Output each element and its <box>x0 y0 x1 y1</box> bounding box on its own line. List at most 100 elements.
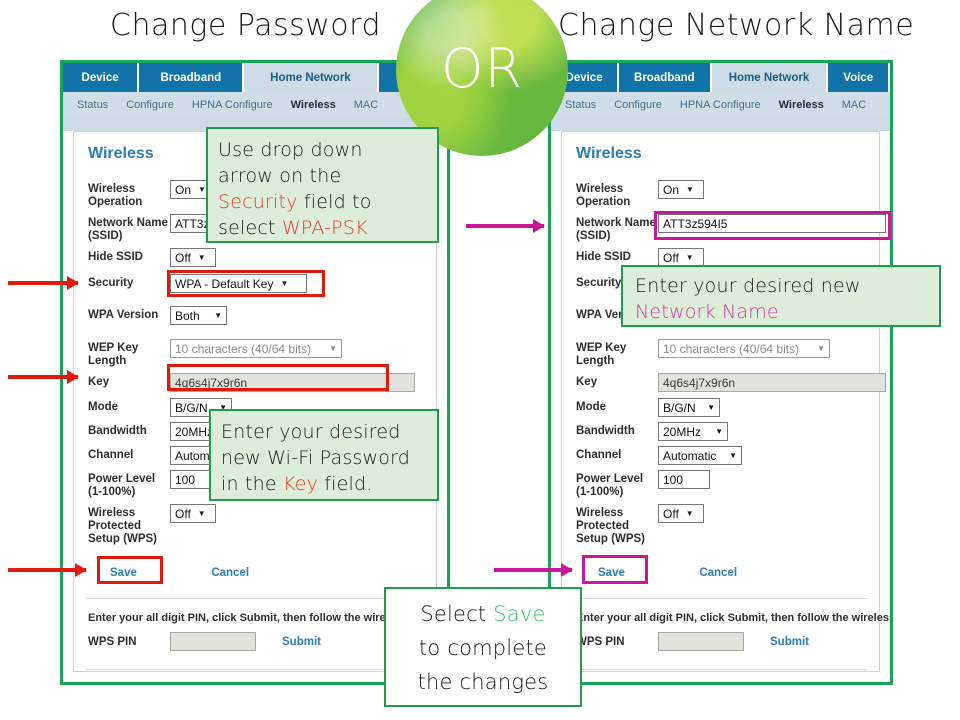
select-wep-key-length[interactable]: 10 characters (40/64 bits) ▼ <box>658 339 830 358</box>
arrow-head-icon <box>67 370 79 384</box>
select-mode[interactable]: B/G/N ▼ <box>658 398 720 417</box>
tab-device[interactable]: Device <box>63 63 140 92</box>
cancel-button[interactable]: Cancel <box>699 567 737 579</box>
keyword-key: Key <box>282 473 319 495</box>
select-wps[interactable]: Off ▼ <box>658 504 704 523</box>
chevron-down-icon: ▼ <box>729 450 737 460</box>
ctl-wep-key-length: 10 characters (40/64 bits) ▼ <box>170 339 342 358</box>
arrow-to-network-name <box>466 219 545 233</box>
select-wireless-operation[interactable]: On ▼ <box>658 180 704 199</box>
select-wpa-version[interactable]: Both ▼ <box>170 306 227 325</box>
chevron-down-icon: ▼ <box>817 343 825 353</box>
row-wps: Wireless Protected Setup (WPS) Off ▼ <box>88 504 436 546</box>
input-key[interactable]: 4q6s4j7x9r6n <box>658 373 886 392</box>
label-wireless-operation: Wireless Operation <box>576 183 631 208</box>
chevron-down-icon: ▼ <box>685 508 694 518</box>
tab-broadband[interactable]: Broadband <box>619 63 712 92</box>
row-mode: Mode B/G/N ▼ <box>576 398 879 417</box>
subtab-status[interactable]: Status <box>77 99 108 111</box>
label-wps: Wireless Protected Setup (WPS) <box>576 507 645 545</box>
chevron-down-icon: ▼ <box>329 343 337 353</box>
label-wps: Wireless Protected Setup (WPS) <box>88 507 157 545</box>
select-wpa-version-value: Both <box>175 308 200 323</box>
ctl-key: 4q6s4j7x9r6n <box>658 373 886 392</box>
callout-security-line-1: Use drop down <box>218 139 363 161</box>
callout-save-instruction: Select Save to complete the changes <box>384 587 582 707</box>
submit-button[interactable]: Submit <box>282 636 321 648</box>
tab-home-network[interactable]: Home Network <box>244 63 379 92</box>
save-button[interactable]: Save <box>110 567 137 579</box>
divider-bottom-left <box>86 669 424 670</box>
ctl-power-level: 100 <box>658 470 710 489</box>
input-key[interactable]: 4q6s4j7x9r6n <box>170 373 415 392</box>
label-power-level: Power Level (1-100%) <box>576 473 644 498</box>
divider-bottom-right <box>574 669 867 670</box>
select-wep-key-length[interactable]: 10 characters (40/64 bits) ▼ <box>170 339 342 358</box>
heading-change-password: Change Password <box>110 8 381 43</box>
save-button[interactable]: Save <box>598 567 625 579</box>
subtab-configure[interactable]: Configure <box>126 99 174 111</box>
secondary-tabbar-right: Status Configure HPNA Configure Wireless… <box>551 92 890 118</box>
label-mode: Mode <box>88 401 119 413</box>
form-actions-right: Save Cancel <box>576 563 737 581</box>
arrow-head-icon <box>75 563 87 577</box>
select-mode-value: B/G/N <box>663 400 696 415</box>
or-badge-label: OR <box>440 37 524 101</box>
input-power-level[interactable]: 100 <box>658 470 710 489</box>
select-hide-ssid-value: Off <box>663 250 679 265</box>
subtab-wireless[interactable]: Wireless <box>291 99 336 111</box>
callout-security-line-3-rest: field to <box>297 191 372 213</box>
label-hide-ssid: Hide SSID <box>88 251 143 263</box>
select-channel[interactable]: Automatic ▼ <box>658 446 742 465</box>
arrow-head-icon <box>67 276 79 290</box>
callout-key-line-3-rest1: in the <box>221 473 283 495</box>
callout-ssid-line-2: Network Name <box>635 299 927 325</box>
label-key: Key <box>88 376 110 388</box>
submit-button[interactable]: Submit <box>770 636 809 648</box>
section-title-wireless-left: Wireless <box>88 145 154 162</box>
subtab-hpna-configure[interactable]: HPNA Configure <box>680 99 761 111</box>
wps-instructions-right: Enter your all digit PIN, click Submit, … <box>576 612 893 624</box>
label-mode: Mode <box>576 401 607 413</box>
callout-save-line-3: the changes <box>417 670 549 694</box>
row-wireless-operation: Wireless Operation On ▼ <box>576 180 879 209</box>
subtab-configure[interactable]: Configure <box>614 99 662 111</box>
arrow-head-icon <box>561 563 573 577</box>
wps-pin-row-right: WPS PIN Submit <box>576 632 809 651</box>
label-wps-pin: WPS PIN <box>576 635 625 648</box>
input-wps-pin[interactable] <box>170 632 256 651</box>
input-network-name-value: ATT3z594I5 <box>663 216 728 231</box>
chevron-down-icon: ▼ <box>280 278 289 288</box>
row-channel: Channel Automatic ▼ <box>576 446 879 465</box>
tab-broadband[interactable]: Broadband <box>139 63 245 92</box>
callout-security-line-3: Security field to <box>218 189 427 215</box>
primary-tabbar-right: Device Broadband Home Network Voice <box>551 63 890 92</box>
subtab-status[interactable]: Status <box>565 99 596 111</box>
subtab-wireless[interactable]: Wireless <box>779 99 824 111</box>
tab-home-network[interactable]: Home Network <box>711 63 829 92</box>
select-hide-ssid[interactable]: Off ▼ <box>170 248 216 267</box>
subtab-mac[interactable]: MAC <box>842 99 866 111</box>
row-key: Key 4q6s4j7x9r6n <box>576 373 886 392</box>
ctl-network-name: ATT3z594I5 <box>658 214 886 233</box>
row-wps: Wireless Protected Setup (WPS) Off ▼ <box>576 504 879 546</box>
callout-key-line-3-rest2: field. <box>318 473 373 495</box>
select-security[interactable]: WPA - Default Key ▼ <box>170 274 307 293</box>
select-wps[interactable]: Off ▼ <box>170 504 216 523</box>
slide-canvas: Change Password Change Network Name Devi… <box>0 0 960 720</box>
input-network-name[interactable]: ATT3z594I5 <box>658 214 886 233</box>
input-wps-pin[interactable] <box>658 632 744 651</box>
subtab-mac[interactable]: MAC <box>354 99 378 111</box>
chevron-down-icon: ▼ <box>197 252 206 262</box>
ctl-wep-key-length: 10 characters (40/64 bits) ▼ <box>658 339 830 358</box>
tab-voice[interactable]: Voice <box>828 63 890 92</box>
select-hide-ssid-value: Off <box>175 250 191 265</box>
subtab-hpna-configure[interactable]: HPNA Configure <box>192 99 273 111</box>
select-bandwidth[interactable]: 20MHz ▼ <box>658 422 728 441</box>
chevron-down-icon: ▼ <box>707 402 715 412</box>
ctl-wireless-operation: On ▼ <box>658 180 704 199</box>
cancel-button[interactable]: Cancel <box>211 567 249 579</box>
chevron-down-icon: ▼ <box>198 184 206 194</box>
ctl-channel: Automatic ▼ <box>658 446 742 465</box>
panel-inner-right: Device Broadband Home Network Voice Stat… <box>551 63 890 682</box>
